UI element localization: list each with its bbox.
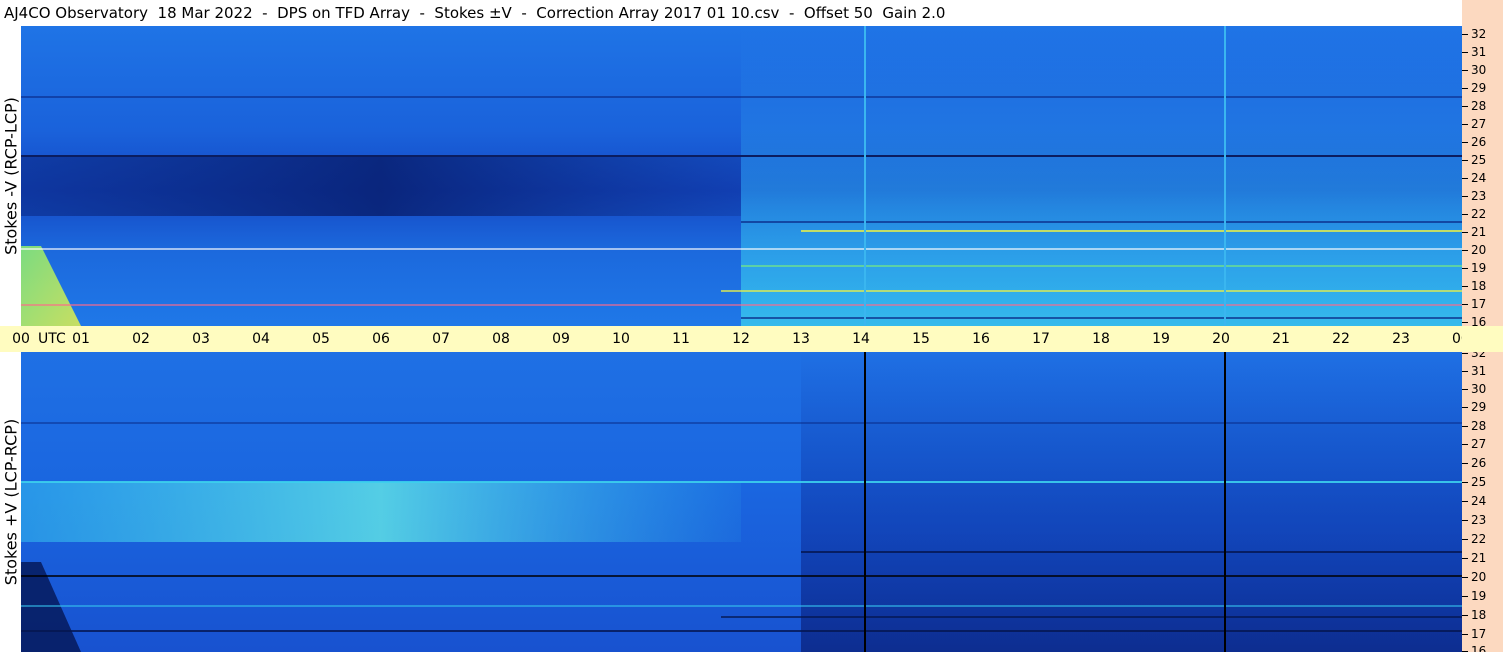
bottom-mhz-scale: 32 31 30 29 28 27 26 25 24 23 22 21 20 1… — [1462, 346, 1503, 658]
stokes-plus-v-spectrogram — [21, 352, 1462, 652]
bottom-tick-19: 19 — [1462, 589, 1486, 603]
bottom-marker-line-20 — [1224, 352, 1226, 652]
top-marker-line-14 — [864, 26, 866, 326]
hour-label-10: 10 — [612, 331, 630, 347]
top-tick-31: 31 — [1462, 45, 1486, 59]
spectrogram-title: AJ4CO Observatory 18 Mar 2022 - DPS on T… — [0, 0, 1462, 26]
hour-label-11: 11 — [672, 331, 690, 347]
top-tick-21: 21 — [1462, 225, 1486, 239]
top-mhz-scale: 32 31 30 29 28 27 26 25 24 23 22 21 20 1… — [1462, 26, 1503, 329]
time-axis-unit: UTC — [38, 331, 66, 347]
top-tick-30: 30 — [1462, 63, 1486, 77]
hour-label-08: 08 — [492, 331, 510, 347]
bottom-tick-29: 29 — [1462, 400, 1486, 414]
time-axis-start: 00 — [12, 331, 30, 347]
bottom-tick-20: 20 — [1462, 570, 1486, 584]
hour-label-03: 03 — [192, 331, 210, 347]
hour-label-22: 22 — [1332, 331, 1350, 347]
bottom-ylabel: Stokes +V (LCP-RCP) — [1, 418, 20, 586]
bottom-margin — [0, 652, 1503, 672]
hour-label-20: 20 — [1212, 331, 1230, 347]
top-tick-20: 20 — [1462, 243, 1486, 257]
hour-label-15: 15 — [912, 331, 930, 347]
stokes-minus-v-spectrogram — [21, 26, 1462, 326]
bottom-tick-22: 22 — [1462, 532, 1486, 546]
bottom-tick-27: 27 — [1462, 437, 1486, 451]
top-tick-29: 29 — [1462, 81, 1486, 95]
hour-label-01: 01 — [72, 331, 90, 347]
top-tick-18: 18 — [1462, 279, 1486, 293]
top-tick-32: 32 — [1462, 27, 1486, 41]
hour-label-04: 04 — [252, 331, 270, 347]
hour-label-13: 13 — [792, 331, 810, 347]
top-tick-28: 28 — [1462, 99, 1486, 113]
top-tick-24: 24 — [1462, 171, 1486, 185]
bottom-tick-18: 18 — [1462, 608, 1486, 622]
top-ylabel-strip: Stokes -V (RCP-LCP) — [0, 26, 21, 326]
hour-label-16: 16 — [972, 331, 990, 347]
hour-label-18: 18 — [1092, 331, 1110, 347]
scale-axis-join — [1462, 326, 1503, 352]
bottom-tick-26: 26 — [1462, 456, 1486, 470]
bottom-tick-24: 24 — [1462, 494, 1486, 508]
top-tick-23: 23 — [1462, 189, 1486, 203]
hour-label-14: 14 — [852, 331, 870, 347]
hour-label-06: 06 — [372, 331, 390, 347]
bottom-tick-31: 31 — [1462, 364, 1486, 378]
hour-label-09: 09 — [552, 331, 570, 347]
top-tick-22: 22 — [1462, 207, 1486, 221]
top-tick-19: 19 — [1462, 261, 1486, 275]
top-tick-17: 17 — [1462, 297, 1486, 311]
bottom-tick-30: 30 — [1462, 382, 1486, 396]
hour-label-23: 23 — [1392, 331, 1410, 347]
hour-label-19: 19 — [1152, 331, 1170, 347]
top-marker-line-20 — [1224, 26, 1226, 326]
hour-label-12: 12 — [732, 331, 750, 347]
top-tick-25: 25 — [1462, 153, 1486, 167]
hour-label-17: 17 — [1032, 331, 1050, 347]
top-tick-27: 27 — [1462, 117, 1486, 131]
hour-label-05: 05 — [312, 331, 330, 347]
utc-time-axis: 00 UTC 01 02 03 04 05 06 07 08 09 10 11 … — [0, 326, 1503, 352]
scale-header — [1462, 0, 1503, 26]
hour-label-21: 21 — [1272, 331, 1290, 347]
bottom-tick-23: 23 — [1462, 513, 1486, 527]
top-ylabel: Stokes -V (RCP-LCP) — [1, 97, 20, 255]
bottom-tick-25: 25 — [1462, 475, 1486, 489]
hour-label-07: 07 — [432, 331, 450, 347]
bottom-ylabel-strip: Stokes +V (LCP-RCP) — [0, 352, 21, 652]
bottom-tick-17: 17 — [1462, 627, 1486, 641]
bottom-tick-21: 21 — [1462, 551, 1486, 565]
bottom-marker-line-14 — [864, 352, 866, 652]
hour-label-02: 02 — [132, 331, 150, 347]
bottom-tick-28: 28 — [1462, 419, 1486, 433]
top-tick-26: 26 — [1462, 135, 1486, 149]
